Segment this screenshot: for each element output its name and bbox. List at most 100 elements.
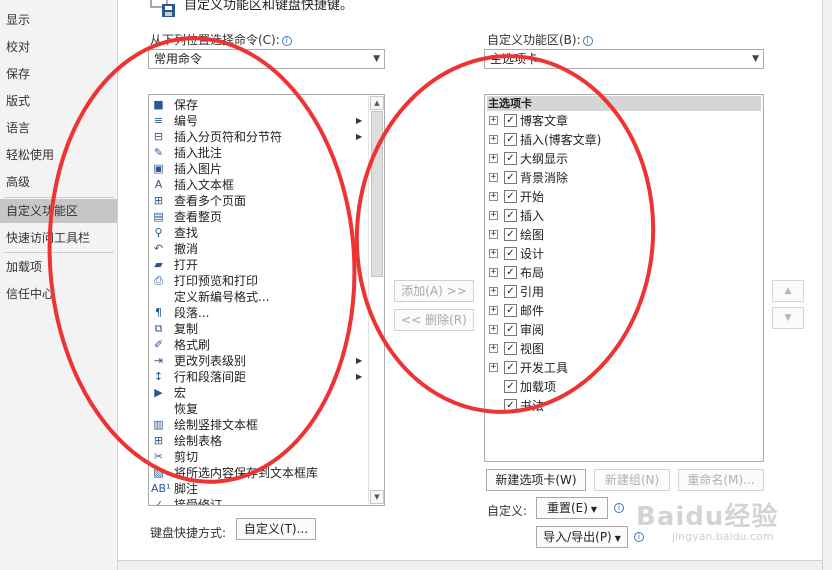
nav-item-advanced[interactable]: 高级 <box>0 170 117 194</box>
expand-icon[interactable]: + <box>489 116 498 125</box>
reset-button[interactable]: 重置(E) ▼ <box>536 497 608 519</box>
command-item[interactable]: ✎ 插入批注 <box>149 145 369 161</box>
tree-row[interactable]: + ✓ 邮件 <box>485 302 761 320</box>
nav-item-addins[interactable]: 加载项 <box>0 255 117 279</box>
tree-row[interactable]: + ✓ 布局 <box>485 264 761 282</box>
expand-icon[interactable]: + <box>489 363 498 372</box>
tree-row[interactable]: + ✓ 开始 <box>485 188 761 206</box>
scroll-thumb[interactable] <box>371 111 383 277</box>
new-tab-button[interactable]: 新建选项卡(W) <box>486 469 586 491</box>
choose-commands-dropdown[interactable]: 常用命令 ▼ <box>148 49 385 69</box>
expand-icon[interactable]: + <box>489 268 498 277</box>
command-list-scrollbar[interactable]: ▲ ▼ <box>368 95 384 505</box>
command-item[interactable]: ▧ 将所选内容保存到文本框库 <box>149 465 369 481</box>
rename-button[interactable]: 重命名(M)... <box>678 469 764 491</box>
ribbon-tabs-dropdown[interactable]: 主选项卡 ▼ <box>484 49 764 69</box>
expand-icon[interactable]: + <box>489 287 498 296</box>
add-button[interactable]: 添加(A) >> <box>394 280 474 302</box>
command-item[interactable]: ■ 保存 <box>149 97 369 113</box>
ribbon-tab-tree[interactable]: 主选项卡 + ✓ 博客文章 + ✓ 插入(博客文章) + ✓ 大纲显示 + ✓ 背景消除 + ✓ 开始 + ✓ 插… <box>484 94 764 462</box>
command-item[interactable]: 恢复 <box>149 401 369 417</box>
nav-item-proofing[interactable]: 校对 <box>0 35 117 59</box>
tree-row[interactable]: + ✓ 设计 <box>485 245 761 263</box>
command-item[interactable]: ▣ 插入图片 <box>149 161 369 177</box>
tree-row[interactable]: + ✓ 插入(博客文章) <box>485 131 761 149</box>
tree-row[interactable]: + ✓ 插入 <box>485 207 761 225</box>
tab-checkbox[interactable]: ✓ <box>504 114 517 127</box>
scroll-down-icon[interactable]: ▼ <box>370 490 384 504</box>
command-item[interactable]: ⊞ 绘制表格 <box>149 433 369 449</box>
command-item[interactable]: ⎙ 打印预览和打印 <box>149 273 369 289</box>
tree-row[interactable]: + ✓ 大纲显示 <box>485 150 761 168</box>
command-item[interactable]: 定义新编号格式... <box>149 289 369 305</box>
command-item[interactable]: ⊞ 查看多个页面 <box>149 193 369 209</box>
new-group-button[interactable]: 新建组(N) <box>594 469 670 491</box>
command-item[interactable]: AB¹ 脚注 <box>149 481 369 497</box>
tree-row[interactable]: + ✓ 视图 <box>485 340 761 358</box>
tab-checkbox[interactable]: ✓ <box>504 361 517 374</box>
tree-row[interactable]: ✓ 加载项 <box>485 378 761 396</box>
tree-row[interactable]: + ✓ 审阅 <box>485 321 761 339</box>
command-item[interactable]: ▶ 宏 <box>149 385 369 401</box>
command-item[interactable]: ▥ 绘制竖排文本框 <box>149 417 369 433</box>
tab-checkbox[interactable]: ✓ <box>504 266 517 279</box>
tab-checkbox[interactable]: ✓ <box>504 247 517 260</box>
nav-item-layout[interactable]: 版式 <box>0 89 117 113</box>
command-item[interactable]: ↶ 撤消 <box>149 241 369 257</box>
tab-checkbox[interactable]: ✓ <box>504 342 517 355</box>
expand-icon[interactable]: + <box>489 154 498 163</box>
expand-icon[interactable]: + <box>489 230 498 239</box>
command-list[interactable]: ✓ 接受修订 AB¹ 脚注 ▧ 将所选内容保存到文本框库 ✂ 剪切 ⊞ 绘制表格 ▥ 绘制竖排文本框恢… <box>148 94 385 506</box>
command-item[interactable]: ¶ 段落... <box>149 305 369 321</box>
customize-keyboard-button[interactable]: 自定义(T)... <box>236 518 316 540</box>
tab-checkbox[interactable]: ✓ <box>504 228 517 241</box>
command-item[interactable]: ✓ 接受修订 <box>149 497 369 505</box>
tree-row[interactable]: + ✓ 绘图 <box>485 226 761 244</box>
command-item[interactable]: ⇥ 更改列表级别 ▶ <box>149 353 369 369</box>
nav-item-customize-ribbon[interactable]: 自定义功能区 <box>0 199 117 223</box>
nav-item-quick-access-toolbar[interactable]: 快速访问工具栏 <box>0 226 117 250</box>
nav-item-language[interactable]: 语言 <box>0 116 117 140</box>
move-up-button[interactable]: ▲ <box>772 280 804 302</box>
command-item[interactable]: ⧉ 复制 <box>149 321 369 337</box>
command-item[interactable]: ↕ 行和段落间距 ▶ <box>149 369 369 385</box>
import-export-button[interactable]: 导入/导出(P) ▼ <box>536 526 628 548</box>
tab-checkbox[interactable]: ✓ <box>504 190 517 203</box>
remove-button[interactable]: << 删除(R) <box>394 309 474 331</box>
expand-icon[interactable]: + <box>489 135 498 144</box>
command-item[interactable]: ▤ 查看整页 <box>149 209 369 225</box>
tab-checkbox[interactable]: ✓ <box>504 399 517 412</box>
command-item[interactable]: ✐ 格式刷 <box>149 337 369 353</box>
tree-row[interactable]: + ✓ 开发工具 <box>485 359 761 377</box>
tab-checkbox[interactable]: ✓ <box>504 304 517 317</box>
expand-icon[interactable]: + <box>489 325 498 334</box>
tab-checkbox[interactable]: ✓ <box>504 285 517 298</box>
command-item[interactable]: ▰ 打开 <box>149 257 369 273</box>
tree-row[interactable]: + ✓ 博客文章 <box>485 112 761 130</box>
nav-item-accessibility[interactable]: 轻松使用 <box>0 143 117 167</box>
tab-checkbox[interactable]: ✓ <box>504 323 517 336</box>
tab-checkbox[interactable]: ✓ <box>504 133 517 146</box>
scroll-up-icon[interactable]: ▲ <box>370 96 384 110</box>
tab-checkbox[interactable]: ✓ <box>504 209 517 222</box>
tree-row[interactable]: + ✓ 引用 <box>485 283 761 301</box>
expand-icon[interactable]: + <box>489 249 498 258</box>
move-down-button[interactable]: ▼ <box>772 307 804 329</box>
tab-checkbox[interactable]: ✓ <box>504 152 517 165</box>
nav-item-save[interactable]: 保存 <box>0 62 117 86</box>
horizontal-scrollbar[interactable] <box>118 560 822 570</box>
command-item[interactable]: ✂ 剪切 <box>149 449 369 465</box>
expand-icon[interactable]: + <box>489 211 498 220</box>
tree-row[interactable]: + ✓ 背景消除 <box>485 169 761 187</box>
tab-checkbox[interactable]: ✓ <box>504 171 517 184</box>
expand-icon[interactable]: + <box>489 344 498 353</box>
command-item[interactable]: A 插入文本框 <box>149 177 369 193</box>
expand-icon[interactable]: + <box>489 192 498 201</box>
nav-item-trust-center[interactable]: 信任中心 <box>0 282 117 306</box>
nav-item-display[interactable]: 显示 <box>0 8 117 32</box>
tab-checkbox[interactable]: ✓ <box>504 380 517 393</box>
command-item[interactable]: ⊟ 插入分页符和分节符 ▶ <box>149 129 369 145</box>
expand-icon[interactable]: + <box>489 306 498 315</box>
command-item[interactable]: ⚲ 查找 <box>149 225 369 241</box>
expand-icon[interactable]: + <box>489 173 498 182</box>
